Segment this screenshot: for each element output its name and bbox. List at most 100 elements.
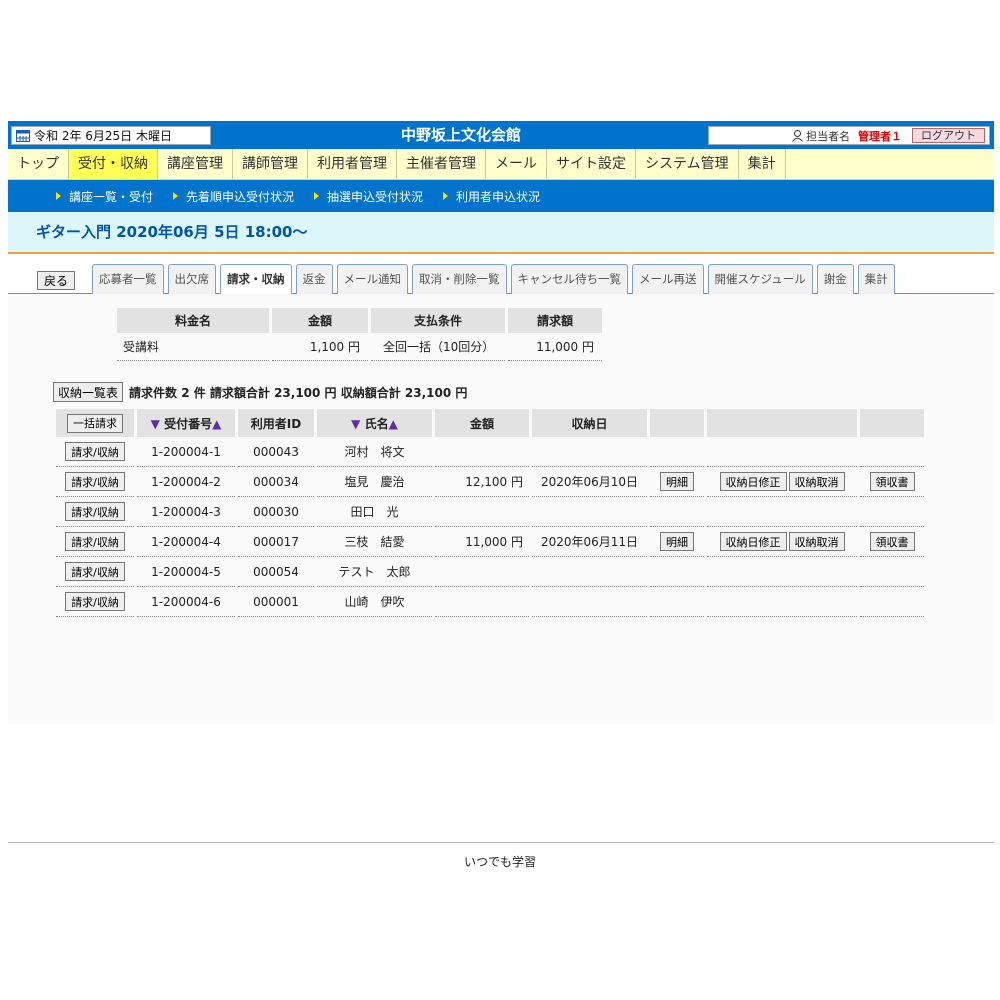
fix-cancel-cell: 収納日修正 収納取消 (707, 467, 857, 497)
nav-item-course[interactable]: 講座管理 (158, 149, 233, 179)
tab-summary[interactable]: 集計 (857, 264, 895, 294)
sub-item-course-list[interactable]: 講座一覧・受付 (56, 188, 153, 205)
fee-name: 受講料 (117, 333, 269, 361)
user-id: 000043 (238, 437, 314, 467)
bill-pay-button[interactable]: 請求/収納 (65, 442, 125, 461)
bill-pay-button[interactable]: 請求/収納 (65, 472, 125, 491)
content-area: 料金名 金額 支払条件 請求額 受講料 1,100 円 全回一括（10回分） 1… (8, 294, 994, 724)
fix-payment-date-button[interactable]: 収納日修正 (719, 472, 787, 491)
receipt-button[interactable]: 領収書 (869, 472, 915, 491)
nav-item-system[interactable]: システム管理 (636, 149, 739, 179)
triangle-right-icon (314, 192, 320, 200)
bill-pay-button[interactable]: 請求/収納 (65, 532, 125, 551)
nav-item-mail[interactable]: メール (486, 149, 547, 179)
bill-pay-button[interactable]: 請求/収納 (65, 502, 125, 521)
sort-up-icon[interactable]: ▲ (212, 417, 221, 431)
tab-bar: 戻る 応募者一覧 出欠席 請求・収納 返金 メール通知 取消・削除一覧 キャンセ… (8, 262, 994, 295)
tab-honorarium[interactable]: 謝金 (816, 264, 854, 294)
user-name: テスト 太郎 (317, 557, 432, 587)
triangle-right-icon (56, 192, 61, 200)
tab-cancel-list[interactable]: 取消・削除一覧 (412, 264, 507, 294)
sub-item-lottery[interactable]: 抽選申込受付状況 (314, 188, 423, 205)
tab-list: 応募者一覧 出欠席 請求・収納 返金 メール通知 取消・削除一覧 キャンセル待ち… (92, 264, 899, 295)
logout-button[interactable]: ログアウト (912, 128, 985, 143)
nav-item-instructor[interactable]: 講師管理 (233, 149, 308, 179)
header-payment-date: 収納日 (532, 409, 647, 437)
amount (435, 437, 529, 467)
receipt-no: 1-200004-2 (137, 467, 235, 497)
user-id: 000054 (238, 557, 314, 587)
tab-waitlist[interactable]: キャンセル待ち一覧 (510, 264, 628, 294)
header-receipt-no[interactable]: ▼ 受付番号▲ (137, 409, 235, 437)
nav-item-top[interactable]: トップ (8, 149, 69, 179)
bill-pay-button[interactable]: 請求/収納 (65, 562, 125, 581)
tab-attendance[interactable]: 出欠席 (167, 264, 216, 294)
fee-amount: 1,100 円 (272, 333, 368, 361)
receipt-cell: 領収書 (860, 467, 924, 497)
tab-schedule[interactable]: 開催スケジュール (707, 264, 813, 294)
amount: 11,000 円 (435, 527, 529, 557)
fee-bill: 11,000 円 (508, 333, 602, 361)
fix-payment-date-button[interactable]: 収納日修正 (719, 532, 787, 551)
tab-refund[interactable]: 返金 (295, 264, 333, 294)
row-action-cell: 請求/収納 (56, 527, 134, 557)
receipt-no: 1-200004-4 (137, 527, 235, 557)
header-blank-1 (650, 409, 704, 437)
row-action-cell: 請求/収納 (56, 587, 134, 617)
receipt-cell (860, 557, 924, 587)
row-action-cell: 請求/収納 (56, 557, 134, 587)
sort-down-icon[interactable]: ▼ (351, 417, 360, 431)
header-name[interactable]: ▼ 氏名▲ (317, 409, 432, 437)
fee-row: 受講料 1,100 円 全回一括（10回分） 11,000 円 (117, 333, 602, 361)
user-label: 担当者名 (806, 129, 850, 143)
nav-item-users[interactable]: 利用者管理 (308, 149, 397, 179)
receipt-cell (860, 587, 924, 617)
summary-text: 請求件数 2 件 請求額合計 23,100 円 収納額合計 23,100 円 (129, 385, 468, 400)
nav-item-site-settings[interactable]: サイト設定 (547, 149, 636, 179)
detail-button[interactable]: 明細 (660, 532, 694, 551)
cancel-payment-button[interactable]: 収納取消 (788, 532, 845, 551)
tab-billing[interactable]: 請求・収納 (220, 264, 292, 295)
payment-date: 2020年06月10日 (532, 467, 647, 497)
bulk-bill-button[interactable]: 一括請求 (67, 413, 123, 433)
tab-mail-notify[interactable]: メール通知 (336, 264, 408, 294)
header-receipt-no-label: 受付番号 (164, 416, 213, 431)
footer-divider (8, 842, 994, 843)
detail-button[interactable]: 明細 (660, 472, 694, 491)
payment-date: 2020年06月11日 (532, 527, 647, 557)
receipt-no: 1-200004-1 (137, 437, 235, 467)
table-row: 請求/収納 1-200004-4 000017 三枝 結愛 11,000 円 2… (56, 527, 924, 557)
table-row: 請求/収納 1-200004-3 000030 田口 光 (56, 497, 924, 527)
fee-header-condition: 支払条件 (371, 308, 505, 333)
billing-summary: 収納一覧表 請求件数 2 件 請求額合計 23,100 円 収納額合計 23,1… (53, 382, 467, 402)
back-button[interactable]: 戻る (37, 271, 76, 290)
person-icon (792, 129, 803, 142)
header-blank-2 (707, 409, 857, 437)
nav-item-summary[interactable]: 集計 (739, 149, 786, 179)
amount (435, 587, 529, 617)
user-id: 000034 (238, 467, 314, 497)
detail-cell (650, 557, 704, 587)
receipt-button[interactable]: 領収書 (869, 532, 915, 551)
fee-header-bill: 請求額 (508, 308, 602, 333)
sort-up-icon[interactable]: ▲ (389, 417, 398, 431)
nav-item-reception[interactable]: 受付・収納 (69, 149, 158, 179)
bill-pay-button[interactable]: 請求/収納 (65, 592, 125, 611)
cancel-payment-button[interactable]: 収納取消 (788, 472, 845, 491)
sub-item-user-applications[interactable]: 利用者申込状況 (443, 188, 540, 205)
header-bar: 令和 2年 6月25日 木曜日 中野坂上文化会館 担当者名 管理者１ ログアウト (8, 121, 994, 149)
header-amount: 金額 (435, 409, 529, 437)
table-row: 請求/収納 1-200004-6 000001 山崎 伊吹 (56, 587, 924, 617)
detail-cell (650, 497, 704, 527)
payment-list-button[interactable]: 収納一覧表 (53, 382, 124, 402)
user-info: 担当者名 管理者１ ログアウト (708, 126, 990, 145)
sub-item-first-come[interactable]: 先着順申込受付状況 (173, 188, 294, 205)
sort-down-icon[interactable]: ▼ (151, 417, 160, 431)
tab-applicants[interactable]: 応募者一覧 (92, 264, 164, 294)
fix-cancel-cell (707, 587, 857, 617)
receipt-cell (860, 437, 924, 467)
receipt-no: 1-200004-5 (137, 557, 235, 587)
nav-item-organizer[interactable]: 主催者管理 (397, 149, 486, 179)
tab-mail-resend[interactable]: メール再送 (632, 264, 704, 294)
bulk-column-header: 一括請求 (56, 409, 134, 437)
